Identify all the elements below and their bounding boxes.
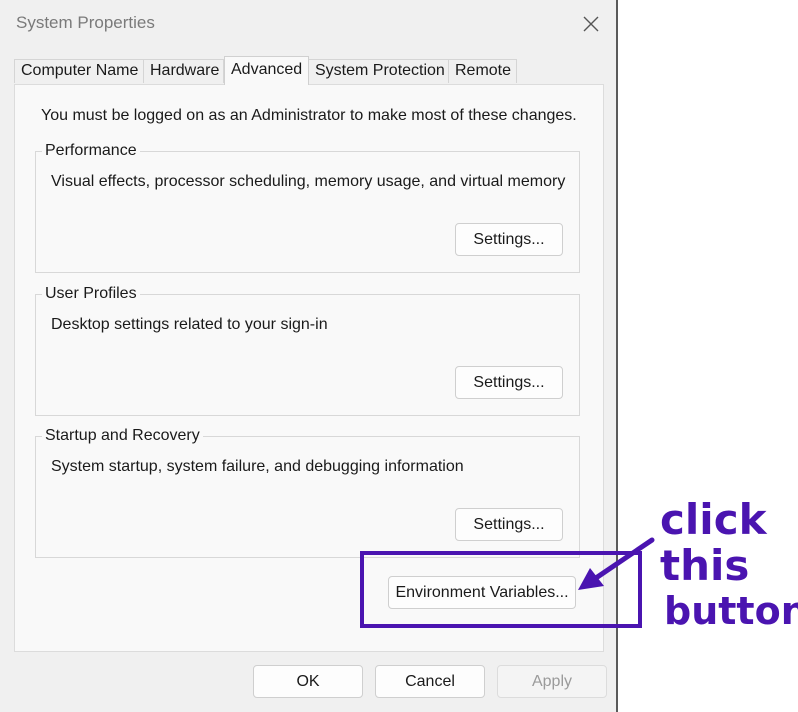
annotation-callout: click this button <box>578 495 798 633</box>
user-profiles-group: User Profiles Desktop settings related t… <box>35 284 580 416</box>
close-icon <box>583 16 599 32</box>
annotation-line: this <box>660 541 749 590</box>
annotation-arrow <box>578 537 655 590</box>
annotation-line: click <box>660 495 768 544</box>
group-description: Visual effects, processor scheduling, me… <box>51 173 566 190</box>
ok-button[interactable]: OK <box>253 665 363 698</box>
startup-recovery-group: Startup and Recovery System startup, sys… <box>35 426 580 558</box>
group-description: System startup, system failure, and debu… <box>51 458 464 475</box>
user-profiles-settings-button[interactable]: Settings... <box>455 366 563 399</box>
window-title: System Properties <box>16 13 155 32</box>
performance-group: Performance Visual effects, processor sc… <box>35 141 580 273</box>
apply-button[interactable]: Apply <box>497 665 607 698</box>
close-button[interactable] <box>570 4 612 44</box>
tab-system-protection[interactable]: System Protection <box>308 59 449 83</box>
tab-advanced[interactable]: Advanced <box>224 56 309 85</box>
cancel-button[interactable]: Cancel <box>375 665 485 698</box>
group-title: Startup and Recovery <box>42 426 203 446</box>
performance-settings-button[interactable]: Settings... <box>455 223 563 256</box>
tab-remote[interactable]: Remote <box>448 59 517 83</box>
admin-note: You must be logged on as an Administrato… <box>41 107 577 124</box>
group-title: User Profiles <box>42 284 140 304</box>
tab-computer-name[interactable]: Computer Name <box>14 59 144 83</box>
annotation-line: button <box>664 589 798 633</box>
tab-hardware[interactable]: Hardware <box>143 59 224 83</box>
startup-recovery-settings-button[interactable]: Settings... <box>455 508 563 541</box>
group-title: Performance <box>42 141 140 161</box>
group-description: Desktop settings related to your sign-in <box>51 316 328 333</box>
